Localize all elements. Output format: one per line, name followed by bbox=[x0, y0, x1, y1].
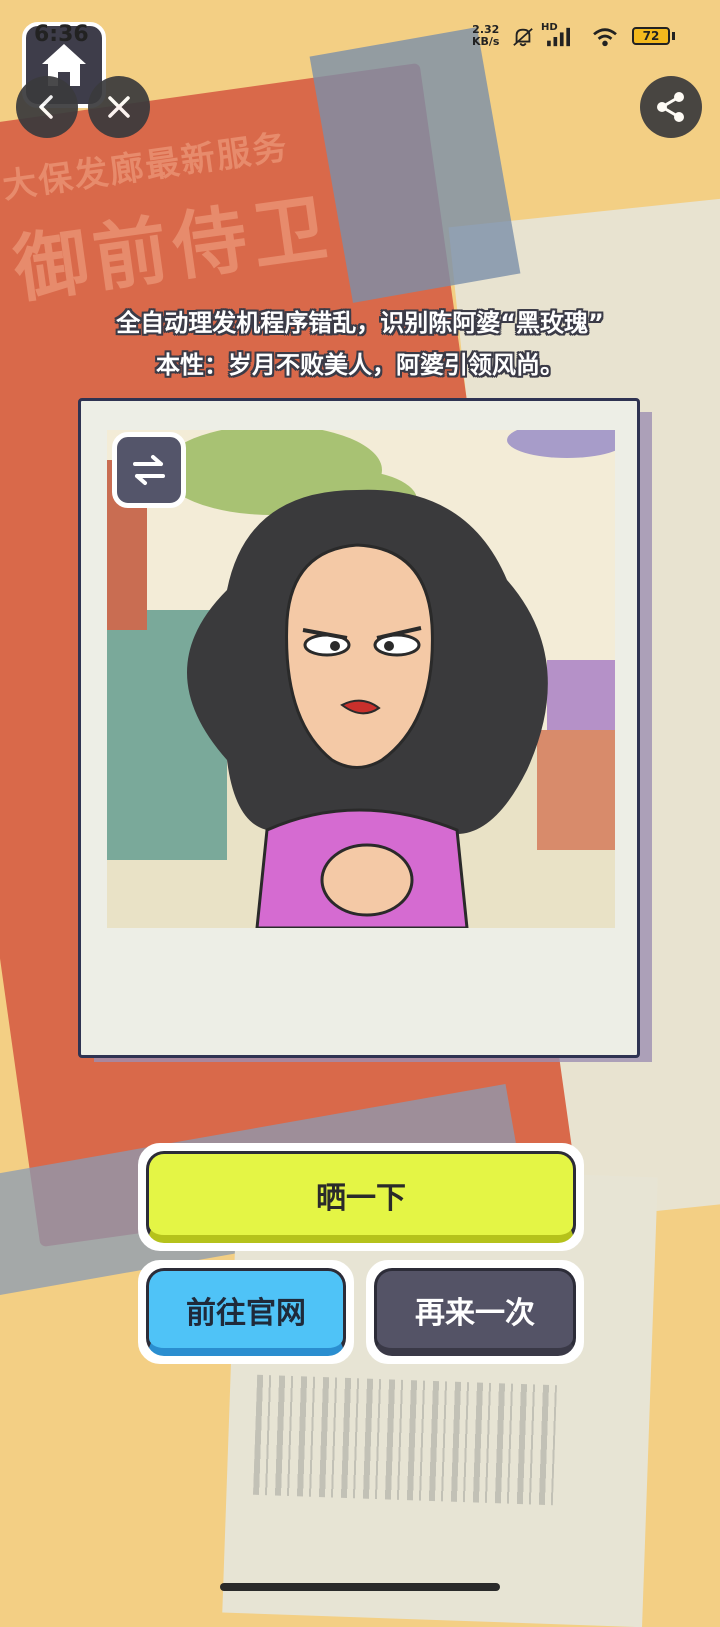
mute-icon bbox=[513, 28, 533, 47]
battery-indicator: 72 bbox=[632, 27, 670, 45]
try-again-label: 再来一次 bbox=[374, 1268, 576, 1356]
close-icon bbox=[108, 96, 130, 118]
chevron-left-icon bbox=[39, 95, 53, 119]
home-indicator[interactable] bbox=[220, 1583, 500, 1591]
character-portrait bbox=[107, 430, 615, 928]
description-line-1: 全自动理发机程序错乱，识别陈阿婆“黑玫瑰” bbox=[116, 309, 604, 337]
battery-tip bbox=[672, 32, 675, 40]
share-button[interactable] bbox=[640, 76, 702, 138]
description-line-2: 本性：岁月不败美人，阿婆引领风尚。 bbox=[156, 351, 564, 379]
try-again-button[interactable]: 再来一次 bbox=[366, 1260, 584, 1364]
close-button[interactable] bbox=[88, 76, 150, 138]
share-result-label: 晒一下 bbox=[146, 1151, 576, 1243]
share-icon bbox=[657, 92, 684, 122]
result-description: 全自动理发机程序错乱，识别陈阿婆“黑玫瑰” 本性：岁月不败美人，阿婆引领风尚。 bbox=[40, 302, 680, 386]
share-result-button[interactable]: 晒一下 bbox=[138, 1143, 584, 1251]
official-site-label: 前往官网 bbox=[146, 1268, 346, 1356]
status-time: 6:36 bbox=[34, 22, 89, 47]
barcode-decoration bbox=[252, 1374, 558, 1506]
wifi-icon bbox=[593, 28, 617, 47]
net-speed-unit: KB/s bbox=[472, 35, 500, 48]
signal-icon bbox=[547, 27, 570, 47]
portrait-illustration bbox=[107, 430, 615, 928]
swap-arrows-icon bbox=[133, 455, 165, 485]
official-site-button[interactable]: 前往官网 bbox=[138, 1260, 354, 1364]
back-button[interactable] bbox=[16, 76, 78, 138]
swap-photo-button[interactable] bbox=[112, 432, 186, 508]
status-bar: 6:36 2.32 KB/s HD 72 bbox=[0, 0, 720, 108]
net-speed: 2.32 KB/s bbox=[472, 24, 499, 48]
